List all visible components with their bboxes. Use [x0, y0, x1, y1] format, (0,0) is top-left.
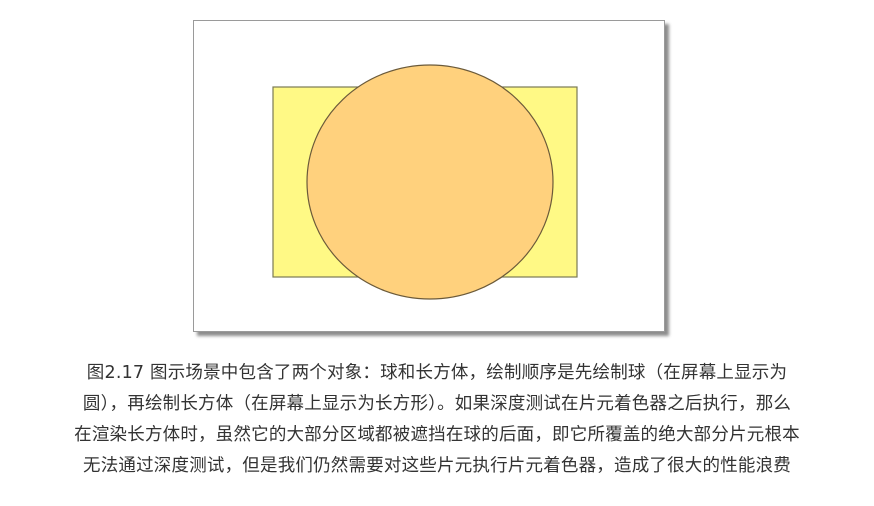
figure-caption: 图2.17 图示场景中包含了两个对象：球和长方体，绘制顺序是先绘制球（在屏幕上显…	[20, 358, 854, 482]
caption-line: 无法通过深度测试，但是我们仍然需要对这些片元执行片元着色器，造成了很大的性能浪费	[83, 456, 791, 476]
figure-frame	[193, 20, 665, 332]
caption-line: 图2.17 图示场景中包含了两个对象：球和长方体，绘制顺序是先绘制球（在屏幕上显…	[86, 363, 788, 383]
figure-illustration	[272, 64, 578, 300]
caption-line: 圆），再绘制长方体（在屏幕上显示为长方形）。如果深度测试在片元着色器之后执行，那…	[82, 394, 792, 414]
caption-line: 在渲染长方体时，虽然它的大部分区域都被遮挡在球的后面，即它所覆盖的绝大部分片元根…	[74, 425, 800, 445]
sphere-circle	[306, 64, 554, 300]
